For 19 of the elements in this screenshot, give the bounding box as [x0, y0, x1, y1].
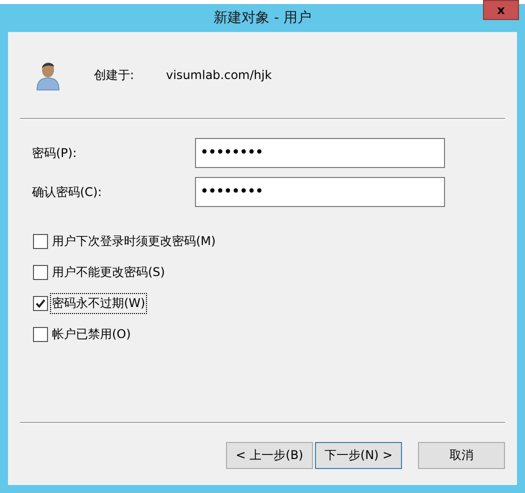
dialog-button[interactable]: 下一步(N) > [315, 442, 402, 469]
checkbox[interactable] [33, 326, 48, 342]
field-label: 确认密码(C): [31, 184, 103, 200]
window-title: 新建对象 - 用户 [214, 9, 312, 27]
checkbox-label[interactable]: 密码永不过期(W) [50, 292, 148, 314]
checkbox-label[interactable]: 帐户已禁用(O) [50, 324, 133, 344]
dialog-button[interactable]: 取消 [418, 442, 505, 469]
close-button[interactable]: x [483, 0, 519, 20]
field-label: 密码(P): [31, 144, 78, 162]
container-path: visumlab.com/hjk [166, 68, 272, 82]
password-field[interactable]: •••••••• [195, 138, 445, 168]
checkbox-label[interactable]: 用户下次登录时须更改密码(M) [50, 230, 218, 252]
checkbox[interactable] [33, 264, 48, 280]
dialog-button[interactable]: < 上一步(B) [226, 442, 313, 469]
checkbox-label[interactable]: 用户不能更改密码(S) [50, 262, 167, 282]
checkbox[interactable] [33, 296, 48, 310]
checkbox[interactable] [33, 234, 48, 248]
created-in-label: 创建于: [94, 66, 136, 84]
password-field[interactable]: •••••••• [195, 177, 445, 207]
